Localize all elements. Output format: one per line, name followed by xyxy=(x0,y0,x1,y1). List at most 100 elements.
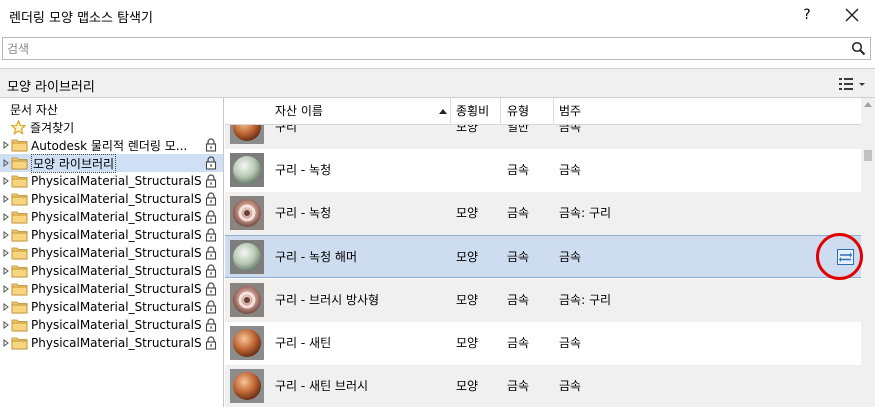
tree-item[interactable]: PhysicalMaterial_StructuralSteel xyxy=(0,334,223,352)
search-icon[interactable] xyxy=(851,41,866,56)
column-aspect[interactable]: 종횡비 xyxy=(456,98,489,125)
tree-item-label: PhysicalMaterial_StructuralSteel xyxy=(31,174,201,188)
lock-icon xyxy=(205,138,217,152)
expand-icon[interactable] xyxy=(3,154,11,172)
cell-aspect: 모양 xyxy=(456,379,479,393)
tree-item[interactable]: 모양 라이브러리 xyxy=(0,153,223,173)
expand-icon[interactable] xyxy=(3,244,11,262)
sort-ascending-icon xyxy=(439,109,447,114)
scrollbar-thumb[interactable] xyxy=(864,150,872,161)
lock-icon xyxy=(205,246,217,260)
cell-type: 금속 xyxy=(507,206,530,220)
material-thumbnail xyxy=(230,125,264,144)
view-options-button[interactable] xyxy=(837,75,869,93)
tree-item[interactable]: PhysicalMaterial_StructuralSteel xyxy=(0,316,223,334)
cell-category: 금속 xyxy=(559,125,582,134)
column-divider[interactable] xyxy=(450,98,451,125)
tree-item[interactable]: PhysicalMaterial_StructuralSteel xyxy=(0,208,223,226)
lock-icon xyxy=(205,210,217,224)
tree-item[interactable]: PhysicalMaterial_StructuralSteel xyxy=(0,262,223,280)
column-type[interactable]: 유형 xyxy=(507,98,529,125)
favorites-label: 즐겨찾기 xyxy=(30,120,75,135)
window-title: 렌더링 모양 맵소스 탐색기 xyxy=(9,11,153,26)
column-divider[interactable] xyxy=(500,98,501,125)
scroll-up-icon[interactable] xyxy=(864,102,872,107)
cell-type: 금속 xyxy=(507,293,530,307)
library-header: 모양 라이브러리 xyxy=(0,68,875,98)
material-thumbnail xyxy=(230,240,264,274)
column-asset-name[interactable]: 자산 이름 xyxy=(275,98,323,125)
column-category[interactable]: 범주 xyxy=(559,98,581,125)
table-row[interactable]: 구리 - 녹청 금속 금속 xyxy=(225,149,861,192)
star-icon xyxy=(11,119,26,135)
expand-icon[interactable] xyxy=(3,136,11,154)
library-tree: 문서 자산 즐겨찾기 Autodesk 물리적 렌더링 모... 모양 라이브러리… xyxy=(0,98,224,407)
cell-category: 금속 xyxy=(559,336,582,350)
tree-item[interactable]: PhysicalMaterial_StructuralSteel xyxy=(0,298,223,316)
lock-icon xyxy=(205,156,217,170)
cell-aspect: 모양 xyxy=(456,206,479,220)
tree-item[interactable]: PhysicalMaterial_StructuralSteel xyxy=(0,190,223,208)
cell-aspect: 모양 xyxy=(456,336,479,350)
list-view-icon xyxy=(839,78,865,90)
tree-item-label: PhysicalMaterial_StructuralSteel xyxy=(31,192,201,206)
replace-asset-button[interactable] xyxy=(837,249,854,265)
cell-type: 금속 xyxy=(507,336,530,350)
tree-item-label: Autodesk 물리적 렌더링 모... xyxy=(31,138,188,153)
material-thumbnail xyxy=(230,153,264,187)
cell-category: 금속 xyxy=(559,379,582,393)
help-button[interactable]: ? xyxy=(796,3,818,27)
folder-icon xyxy=(11,175,28,188)
expand-icon[interactable] xyxy=(3,208,11,226)
expand-icon[interactable] xyxy=(3,172,11,190)
cell-aspect: 모양 xyxy=(456,293,479,307)
expand-icon[interactable] xyxy=(3,316,11,334)
folder-icon xyxy=(11,265,28,278)
folder-icon xyxy=(11,211,28,224)
table-row[interactable]: 구리 - 새틴 브러시 모양 금속 금속 xyxy=(225,365,861,407)
expand-icon[interactable] xyxy=(3,262,11,280)
search-input[interactable] xyxy=(7,39,847,58)
favorites-item[interactable]: 즐겨찾기 xyxy=(11,118,74,136)
document-assets-label[interactable]: 문서 자산 xyxy=(10,101,58,118)
lock-icon xyxy=(205,192,217,206)
folder-icon xyxy=(11,157,28,170)
tree-item[interactable]: PhysicalMaterial_StructuralSteel xyxy=(0,280,223,298)
material-thumbnail xyxy=(230,369,264,403)
close-button[interactable] xyxy=(840,3,864,27)
expand-icon[interactable] xyxy=(3,190,11,208)
grid-header: 자산 이름 종횡비 유형 범주 xyxy=(225,98,861,125)
expand-icon[interactable] xyxy=(3,298,11,316)
column-divider[interactable] xyxy=(553,98,554,125)
tree-item[interactable]: PhysicalMaterial_StructuralSteel xyxy=(0,226,223,244)
grid-rows: 구리 모양 일반 금속 구리 - 녹청 금속 금속 구리 - 녹청 모양 금속 금속: 구리 구리 -… xyxy=(225,125,861,407)
table-row[interactable]: 구리 - 녹청 모양 금속 금속: 구리 xyxy=(225,192,861,235)
folder-icon xyxy=(11,319,28,332)
cell-type: 금속 xyxy=(507,163,530,177)
expand-icon[interactable] xyxy=(3,226,11,244)
table-row[interactable]: 구리 - 브러시 방사형 모양 금속 금속: 구리 xyxy=(225,279,861,322)
cell-asset-name: 구리 - 녹청 xyxy=(275,206,332,220)
table-row[interactable]: 구리 모양 일반 금속 xyxy=(225,125,861,149)
search-bar xyxy=(2,37,871,60)
cell-asset-name: 구리 - 새틴 브러시 xyxy=(275,379,369,393)
tree-item-label: PhysicalMaterial_StructuralSteel xyxy=(31,228,201,242)
material-thumbnail xyxy=(230,326,264,360)
table-row[interactable]: 구리 - 새틴 모양 금속 금속 xyxy=(225,322,861,365)
table-row[interactable]: 구리 - 녹청 해머 모양 금속 금속 xyxy=(225,235,861,278)
tree-item-label: PhysicalMaterial_StructuralSteel xyxy=(31,210,201,224)
material-thumbnail xyxy=(230,196,264,230)
tree-item[interactable]: Autodesk 물리적 렌더링 모... xyxy=(0,136,223,154)
folder-icon xyxy=(11,301,28,314)
lock-icon xyxy=(205,174,217,188)
lock-icon xyxy=(205,336,217,350)
expand-icon[interactable] xyxy=(3,334,11,352)
expand-icon[interactable] xyxy=(3,280,11,298)
tree-item-label: 모양 라이브러리 xyxy=(31,153,117,173)
vertical-scrollbar[interactable] xyxy=(861,98,875,407)
asset-grid: 자산 이름 종횡비 유형 범주 구리 모양 일반 금속 구리 - 녹청 금속 금속 구리 - … xyxy=(225,98,875,407)
tree-item[interactable]: PhysicalMaterial_StructuralSteel xyxy=(0,244,223,262)
folder-icon xyxy=(11,193,28,206)
folder-icon xyxy=(11,337,28,350)
tree-item[interactable]: PhysicalMaterial_StructuralSteel xyxy=(0,172,223,190)
